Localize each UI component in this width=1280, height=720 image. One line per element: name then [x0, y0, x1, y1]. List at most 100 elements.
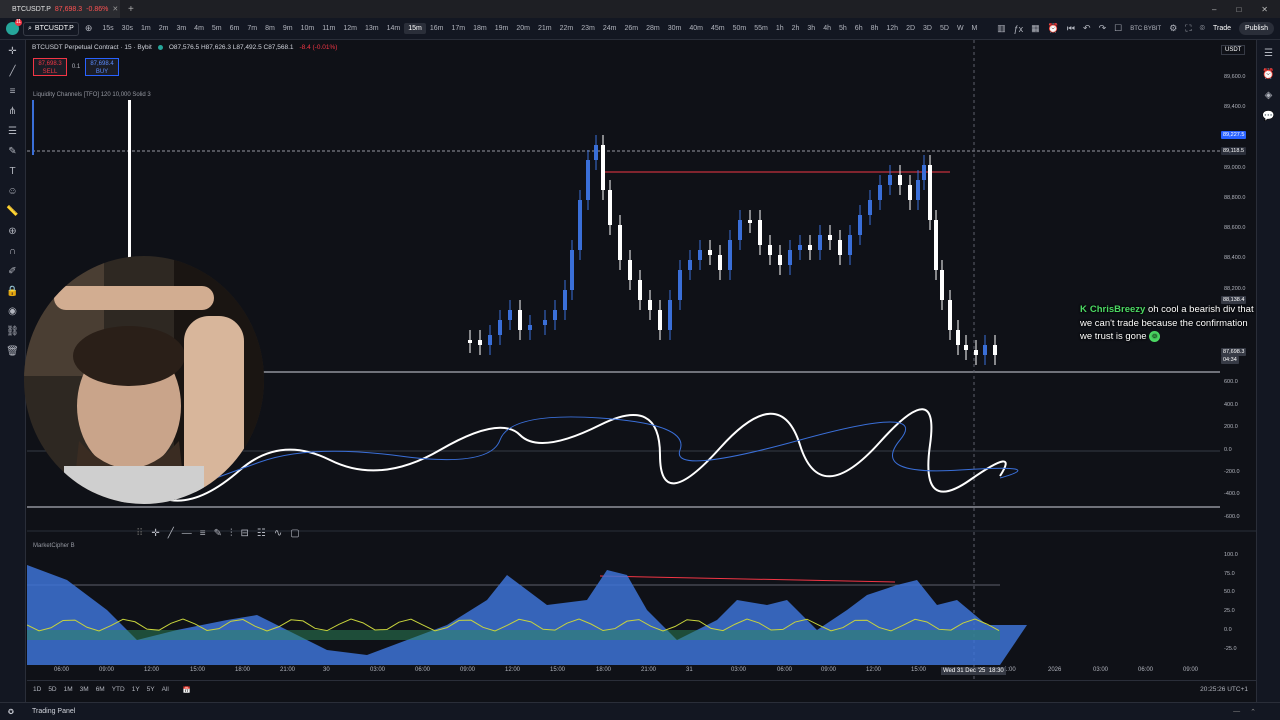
interval-2D[interactable]: 2D — [902, 23, 919, 34]
channel-tool-icon[interactable]: ⊟ — [240, 528, 248, 539]
range-5d[interactable]: 5D — [48, 686, 56, 693]
interval-5D[interactable]: 5D — [936, 23, 953, 34]
sell-button[interactable]: 87,698.3 SELL — [33, 58, 67, 76]
expand-panel-icon[interactable]: ⌃ — [1250, 708, 1256, 716]
candles-icon[interactable]: ▥ — [997, 23, 1006, 34]
interval-4h[interactable]: 4h — [819, 23, 835, 34]
trade-button[interactable]: Trade — [1213, 25, 1231, 32]
emoji-icon[interactable]: ☺ — [6, 186, 20, 197]
browser-tab[interactable]: BTCUSDT.P 87,698.3 -0.86% ✕ — [0, 0, 120, 18]
replay-icon[interactable]: ⏮ — [1067, 23, 1075, 34]
eye-icon[interactable]: ◉ — [6, 306, 20, 317]
watchlist-icon[interactable]: ☰ — [1262, 48, 1276, 59]
range-1y[interactable]: 1Y — [132, 686, 140, 693]
interval-30m[interactable]: 30m — [664, 23, 686, 34]
interval-M[interactable]: M — [968, 23, 982, 34]
interval-8m[interactable]: 8m — [261, 23, 279, 34]
settings-icon[interactable]: ⚙ — [1169, 23, 1177, 34]
user-avatar[interactable]: 11 — [6, 19, 22, 35]
compare-plus-icon[interactable]: ⊕ — [85, 23, 93, 34]
currency-selector[interactable]: USDT — [1221, 45, 1246, 55]
interval-1h[interactable]: 1h — [772, 23, 788, 34]
interval-8h[interactable]: 8h — [867, 23, 883, 34]
interval-9m[interactable]: 9m — [279, 23, 297, 34]
interval-11m[interactable]: 11m — [318, 23, 339, 34]
trading-panel-title[interactable]: Trading Panel — [32, 708, 75, 715]
interval-6m[interactable]: 6m — [226, 23, 244, 34]
horizontal-lines-icon[interactable]: ≡ — [6, 86, 20, 97]
interval-16m[interactable]: 16m — [426, 23, 448, 34]
interval-4m[interactable]: 4m — [190, 23, 208, 34]
layout-icon[interactable]: ▦ — [1031, 23, 1040, 34]
minimize-panel-icon[interactable]: — — [1233, 708, 1240, 716]
alerts-icon[interactable]: ⏰ — [1262, 69, 1276, 80]
interval-50m[interactable]: 50m — [729, 23, 751, 34]
zoom-icon[interactable]: ⊕ — [6, 226, 20, 237]
link-icon[interactable]: ⛓ — [6, 326, 20, 337]
fullscreen-icon[interactable]: ⛶ — [1185, 23, 1191, 34]
checkbox-icon[interactable]: ☐ — [1114, 23, 1122, 34]
brush-icon[interactable]: ✎ — [6, 146, 20, 157]
pencil-tool-icon[interactable]: ✎ — [214, 528, 222, 539]
marketcipher-label[interactable]: MarketCipher B — [33, 543, 75, 549]
crosshair-icon[interactable]: ✛ — [6, 46, 20, 57]
interval-15m[interactable]: 15m — [404, 23, 426, 34]
goto-date-icon[interactable]: 📅 — [183, 686, 191, 694]
interval-40m[interactable]: 40m — [685, 23, 707, 34]
interval-20m[interactable]: 20m — [512, 23, 534, 34]
interval-5m[interactable]: 5m — [208, 23, 226, 34]
liquidity-indicator-label[interactable]: Liquidity Channels [TFO] 120 10,000 Soli… — [33, 92, 151, 98]
interval-3D[interactable]: 3D — [919, 23, 936, 34]
interval-7m[interactable]: 7m — [243, 23, 261, 34]
range-6m[interactable]: 6M — [96, 686, 105, 693]
interval-3m[interactable]: 3m — [172, 23, 190, 34]
buy-button[interactable]: 87,698.4 BUY — [85, 58, 119, 76]
interval-22m[interactable]: 22m — [556, 23, 578, 34]
layers-icon[interactable]: ◈ — [1262, 90, 1276, 101]
stay-drawing-icon[interactable]: ✐ — [6, 266, 20, 277]
chat-icon[interactable]: 💬 — [1262, 111, 1276, 122]
pitchfork-icon[interactable]: ⋔ — [6, 106, 20, 117]
interval-13m[interactable]: 13m — [361, 23, 383, 34]
rectangle-tool-icon[interactable]: ▢ — [290, 528, 299, 539]
symbol-search[interactable]: ⌕ BTCUSDT.P — [23, 21, 79, 36]
interval-24m[interactable]: 24m — [599, 23, 621, 34]
range-1d[interactable]: 1D — [33, 686, 41, 693]
range-ytd[interactable]: YTD — [112, 686, 125, 693]
interval-3h[interactable]: 3h — [803, 23, 819, 34]
interval-28m[interactable]: 28m — [642, 23, 664, 34]
magnet-icon[interactable]: ∩ — [6, 246, 20, 257]
clock[interactable]: 20:25:26 UTC+1 — [1200, 686, 1256, 693]
range-3m[interactable]: 3M — [80, 686, 89, 693]
interval-18m[interactable]: 18m — [469, 23, 491, 34]
interval-W[interactable]: W — [953, 23, 968, 34]
interval-10m[interactable]: 10m — [297, 23, 319, 34]
exchange-label[interactable]: BTC BYBIT — [1130, 26, 1161, 32]
minimize-button[interactable]: – — [1212, 5, 1216, 14]
hline-tool-icon[interactable]: — — [182, 528, 192, 539]
interval-23m[interactable]: 23m — [577, 23, 599, 34]
trendline-icon[interactable]: ╱ — [6, 66, 20, 77]
interval-30s[interactable]: 30s — [118, 23, 137, 34]
line-tool-icon[interactable]: ╱ — [168, 528, 174, 539]
interval-5h[interactable]: 5h — [835, 23, 851, 34]
range-all[interactable]: All — [162, 686, 169, 693]
interval-6h[interactable]: 6h — [851, 23, 867, 34]
undo-icon[interactable]: ↶ — [1083, 23, 1091, 34]
fib-tool-icon[interactable]: ⫶ — [230, 528, 233, 539]
range-1m[interactable]: 1M — [64, 686, 73, 693]
close-tab-icon[interactable]: ✕ — [112, 5, 118, 13]
maximize-button[interactable]: □ — [1236, 5, 1241, 14]
lock-icon[interactable]: 🔒 — [6, 286, 20, 297]
interval-17m[interactable]: 17m — [447, 23, 469, 34]
interval-55m[interactable]: 55m — [750, 23, 772, 34]
range-5y[interactable]: 5Y — [147, 686, 155, 693]
interval-1m[interactable]: 1m — [137, 23, 155, 34]
interval-12h[interactable]: 12h — [882, 23, 902, 34]
interval-2m[interactable]: 2m — [155, 23, 173, 34]
gann-tool-icon[interactable]: ☷ — [257, 528, 266, 539]
new-tab-button[interactable]: + — [120, 4, 142, 15]
ruler-icon[interactable]: 📏 — [6, 206, 20, 217]
trash-icon[interactable]: 🗑 — [6, 346, 20, 357]
text-icon[interactable]: T — [6, 166, 20, 177]
